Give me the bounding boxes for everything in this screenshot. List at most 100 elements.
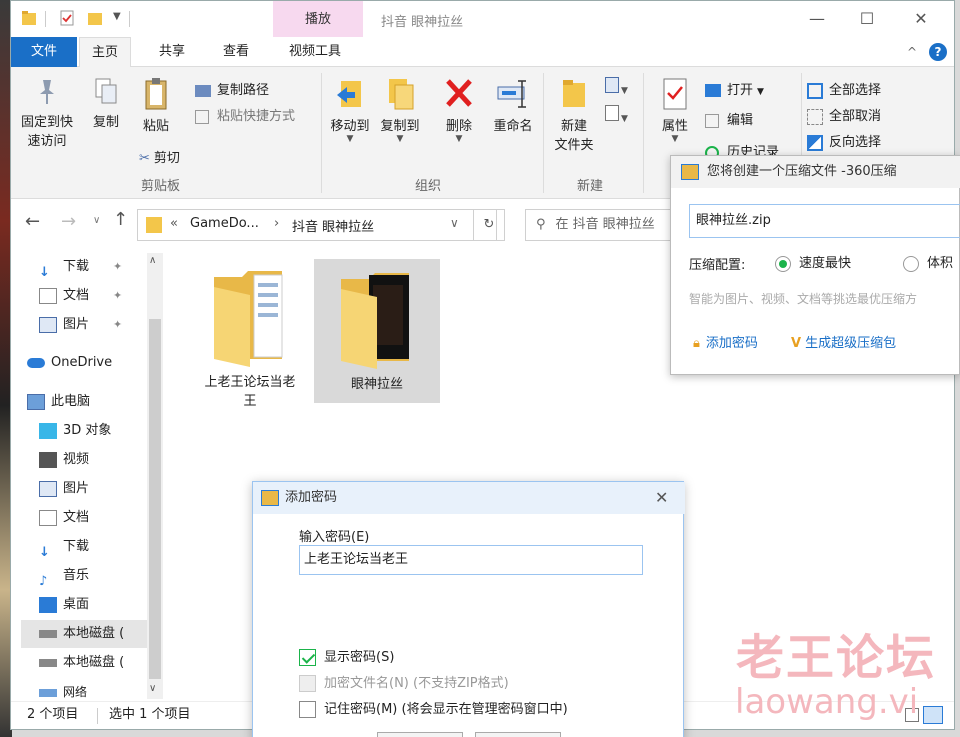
paste-button[interactable]: 粘贴 (135, 77, 177, 134)
folder-icon[interactable] (21, 9, 37, 27)
smallest-option[interactable]: 体积 (903, 252, 953, 272)
nav-item-videos[interactable]: 视频 (39, 446, 89, 474)
fastest-option[interactable]: 速度最快 (775, 252, 851, 272)
nav-item-desktop[interactable]: 桌面 (39, 591, 89, 619)
recent-dropdown-icon[interactable]: ∨ (93, 215, 100, 226)
invert-selection-label: 反向选择 (829, 135, 882, 150)
invert-selection-button[interactable]: 反向选择 (807, 131, 881, 151)
remember-password-checkbox[interactable]: 记住密码(M) (将会显示在管理密码窗口中) (299, 698, 568, 718)
properties-check-icon[interactable] (59, 9, 75, 27)
selected-count: 选中 1 个项目 (109, 707, 191, 722)
tab-home[interactable]: 主页 (79, 37, 132, 68)
folder-item[interactable]: 上老王论坛当老 王 (187, 263, 313, 409)
properties-button[interactable]: 属性 ▼ (653, 77, 697, 144)
close-icon[interactable]: ✕ (655, 482, 668, 514)
item-count: 2 个项目 (27, 707, 79, 722)
password-input[interactable]: 上老王论坛当老王 (299, 545, 643, 575)
show-password-checkbox[interactable]: 显示密码(S) (299, 646, 394, 666)
refresh-button[interactable]: ↻ (473, 209, 505, 241)
maximize-button[interactable]: ☐ (847, 9, 887, 29)
tab-share[interactable]: 共享 (147, 37, 197, 67)
super-zip-link[interactable]: V 生成超级压缩包 (791, 332, 896, 351)
up-arrow-icon[interactable]: ↑ (113, 209, 128, 230)
edit-button[interactable]: 编辑 (705, 109, 753, 128)
fastest-label: 速度最快 (799, 256, 852, 271)
folder-item-selected[interactable]: 眼神拉丝 (314, 259, 440, 403)
nav-item-music[interactable]: ♪ 音乐 (39, 562, 89, 590)
tab-file[interactable]: 文件 (11, 37, 77, 67)
copy-path-button[interactable]: 复制路径 (195, 79, 269, 98)
video-icon (39, 451, 57, 468)
rename-button[interactable]: 重命名 (485, 77, 541, 134)
tab-video-tools[interactable]: 视频工具 (277, 37, 353, 67)
ok-button[interactable] (377, 732, 463, 737)
music-note-icon: ♪ (39, 573, 48, 589)
zip-filename-input[interactable]: 眼神拉丝.zip (689, 204, 960, 238)
qa-dropdown-icon[interactable]: ▼ (113, 11, 121, 22)
paste-shortcut-button[interactable]: 粘贴快捷方式 (195, 105, 295, 124)
back-arrow-icon[interactable]: ← (25, 211, 40, 232)
address-dropdown-icon[interactable]: ∨ (450, 216, 459, 230)
nav-item-pictures-pinned[interactable]: 图片 ✦ (39, 311, 122, 339)
picture-icon (39, 316, 57, 333)
encrypt-filenames-label: 加密文件名(N) (不支持ZIP格式) (324, 676, 509, 691)
download-arrow-icon: ↓ (39, 544, 50, 560)
nav-item-onedrive[interactable]: OneDrive (27, 349, 112, 377)
scroll-down-icon[interactable]: ∨ (149, 683, 156, 694)
pin-quick-access-button[interactable]: 固定到快 速访问 (17, 77, 77, 149)
scroll-up-icon[interactable]: ∧ (149, 255, 156, 266)
tab-view[interactable]: 查看 (211, 37, 261, 67)
nav-scrollbar-thumb[interactable] (149, 319, 161, 679)
group-separator (643, 73, 644, 193)
compress-hint: 智能为图片、视频、文档等挑选最优压缩方 (689, 292, 918, 306)
close-button[interactable]: ✕ (901, 9, 941, 29)
clipboard-icon (145, 78, 167, 110)
radio-selected (775, 255, 791, 272)
nav-item-documents-pinned[interactable]: 文档 ✦ (39, 282, 122, 310)
select-all-label: 全部选择 (829, 83, 882, 98)
nav-item-downloads[interactable]: ↓ 下载 (39, 533, 89, 561)
nav-label: 文档 (63, 288, 90, 303)
breadcrumb-overflow[interactable]: « (170, 216, 178, 231)
easy-access-button[interactable]: ▼ (605, 105, 635, 125)
collapse-ribbon-icon[interactable]: ^ (907, 45, 917, 59)
desktop-icon (39, 596, 57, 613)
breadcrumb-current-folder[interactable]: 抖音 眼神拉丝 (292, 216, 374, 235)
new-folder-icon[interactable] (87, 9, 103, 27)
nav-item-pictures[interactable]: 图片 (39, 475, 89, 503)
qa-divider (129, 11, 130, 27)
breadcrumb-gamedo[interactable]: GameDo... (190, 216, 259, 231)
select-none-button[interactable]: 全部取消 (807, 105, 881, 125)
forward-arrow-icon[interactable]: → (61, 211, 76, 232)
copy-button[interactable]: 复制 (85, 77, 127, 130)
nav-item-3d-objects[interactable]: 3D 对象 (39, 417, 111, 445)
open-button[interactable]: 打开 ▼ (705, 79, 764, 98)
help-icon[interactable]: ? (929, 43, 947, 61)
address-bar[interactable]: « GameDo... › 抖音 眼神拉丝 ∨ (137, 209, 497, 241)
move-to-label: 移动到 (330, 119, 370, 134)
nav-item-local-disk-d[interactable]: 本地磁盘 ( (39, 649, 124, 677)
select-all-button[interactable]: 全部选择 (807, 79, 881, 99)
new-item-dropdown-icon: ▼ (621, 86, 628, 96)
add-password-link[interactable]: 🔒︎ 添加密码 (693, 332, 758, 351)
search-input[interactable]: ⚲ 在 抖音 眼神拉丝 (525, 209, 685, 241)
edit-label: 编辑 (727, 113, 754, 128)
large-icons-view-icon[interactable] (923, 706, 943, 724)
folder-name: 眼神拉丝 (350, 377, 403, 392)
cancel-button[interactable] (475, 732, 561, 737)
nav-item-this-pc[interactable]: 此电脑 (27, 388, 90, 416)
cut-button[interactable]: ✂ 剪切 (139, 147, 180, 166)
password-label: 输入密码(E) (299, 530, 370, 545)
download-arrow-icon: ↓ (39, 264, 50, 280)
nav-item-documents[interactable]: 文档 (39, 504, 89, 532)
new-folder-button[interactable]: 新建 文件夹 (551, 77, 597, 153)
delete-button[interactable]: 删除 ▼ (437, 77, 481, 144)
nav-item-network[interactable]: 网络 (39, 684, 87, 700)
copy-to-button[interactable]: 复制到 ▼ (375, 77, 425, 144)
minimize-button[interactable]: — (797, 9, 837, 29)
nav-item-local-disk-c[interactable]: 本地磁盘 ( (21, 620, 153, 648)
nav-item-downloads-pinned[interactable]: ↓ 下载 ✦ (39, 253, 122, 281)
move-to-button[interactable]: 移动到 ▼ (325, 77, 375, 144)
new-item-button[interactable]: ▼ (605, 77, 635, 97)
search-icon: ⚲ (536, 217, 546, 232)
